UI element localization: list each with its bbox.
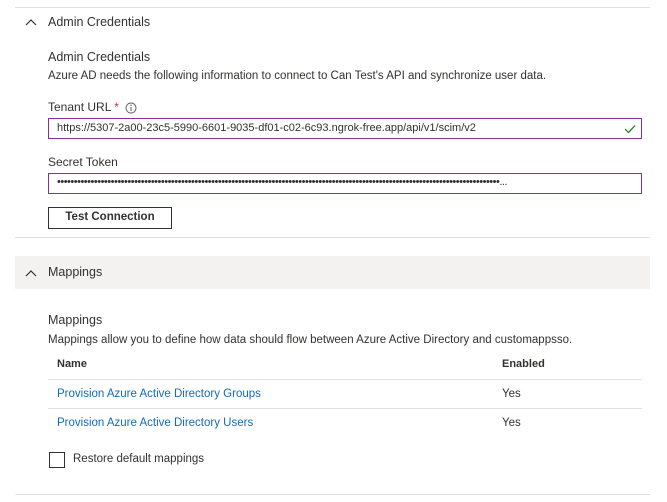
required-asterisk: * (114, 100, 119, 114)
bottom-divider (15, 494, 650, 495)
tenant-url-value: https://5307-2a00-23c5-5990-6601-9035-df… (57, 122, 476, 134)
mappings-heading: Mappings (48, 313, 103, 327)
checkmark-icon (624, 125, 636, 134)
column-header-enabled: Enabled (502, 358, 545, 370)
chevron-up-icon[interactable] (25, 18, 37, 26)
admin-heading: Admin Credentials (48, 50, 151, 64)
test-connection-button[interactable]: Test Connection (48, 207, 172, 229)
secret-token-label: Secret Token (48, 155, 118, 169)
column-header-name: Name (57, 358, 87, 370)
mappings-description: Mappings allow you to define how data sh… (48, 334, 573, 346)
mapping-link-users[interactable]: Provision Azure Active Directory Users (57, 417, 253, 429)
info-icon[interactable] (125, 102, 137, 114)
mapping-enabled-value: Yes (502, 417, 521, 429)
mapping-enabled-value: Yes (502, 388, 521, 400)
mappings-section-title[interactable]: Mappings (48, 265, 102, 279)
section-divider (15, 237, 650, 238)
chevron-up-icon[interactable] (25, 269, 37, 277)
secret-token-input[interactable]: ••••••••••••••••••••••••••••••••••••••••… (48, 173, 642, 194)
table-row: Provision Azure Active Directory Users Y… (48, 409, 642, 437)
restore-default-checkbox[interactable] (49, 452, 65, 468)
secret-token-value: ••••••••••••••••••••••••••••••••••••••••… (57, 176, 508, 188)
mapping-link-groups[interactable]: Provision Azure Active Directory Groups (57, 388, 261, 400)
tenant-url-label: Tenant URL (48, 100, 111, 114)
table-row: Provision Azure Active Directory Groups … (48, 380, 642, 408)
admin-section-title[interactable]: Admin Credentials (48, 15, 150, 29)
restore-default-label[interactable]: Restore default mappings (73, 453, 204, 465)
admin-description: Azure AD needs the following information… (48, 70, 547, 82)
top-divider (15, 7, 650, 8)
tenant-url-input[interactable]: https://5307-2a00-23c5-5990-6601-9035-df… (48, 118, 642, 139)
tenant-url-label-group: Tenant URL * (48, 100, 119, 114)
mappings-section-header[interactable]: Mappings (15, 256, 650, 289)
